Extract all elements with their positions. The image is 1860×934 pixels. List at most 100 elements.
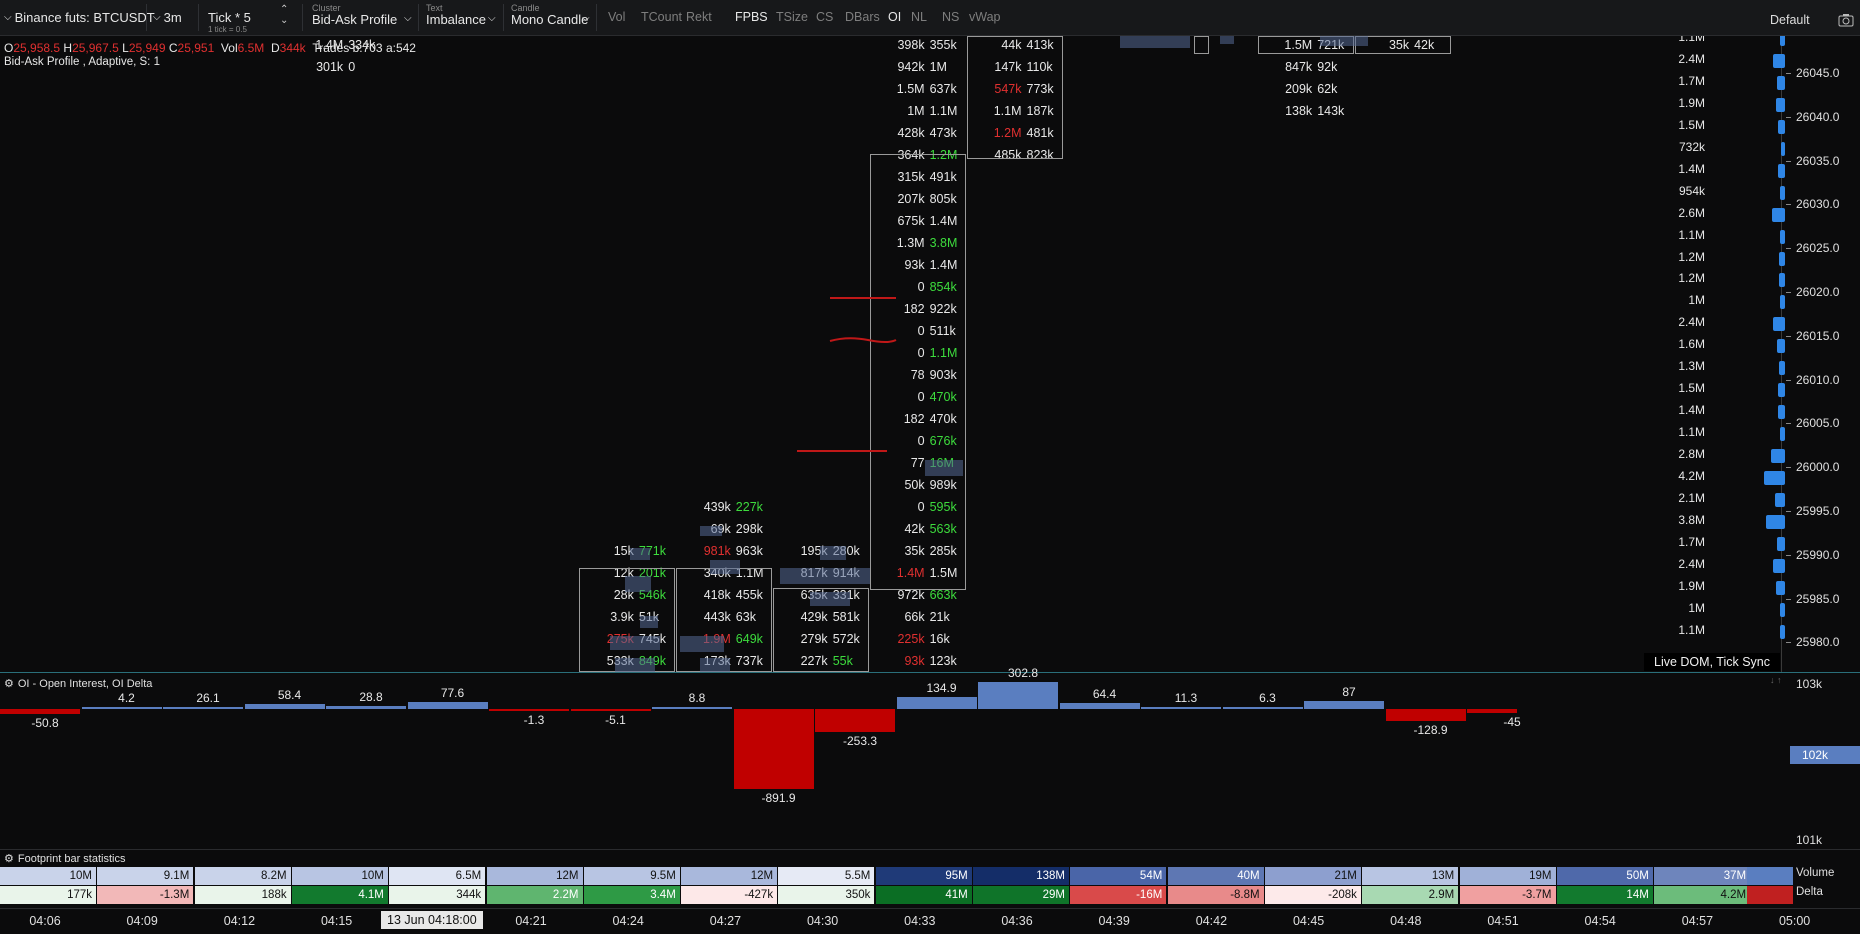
oi-delta-label: -253.3 [842, 733, 878, 748]
volume-cell: 5.5M [778, 867, 875, 885]
collapse-arrows-icon[interactable]: ↓ ↑ [1770, 675, 1782, 685]
price-label: 26040.0 [1796, 109, 1840, 124]
oi-current-value: 102k [1790, 746, 1860, 764]
price-tick [1786, 379, 1791, 381]
cluster-selector[interactable]: Cluster Bid-Ask Profile ⌵ [306, 0, 414, 35]
delta-cell: -208k [1264, 886, 1361, 904]
price-label: 25980.0 [1796, 635, 1840, 650]
footprint-chart[interactable]: O25,958.5 H25,967.5 L25,949 C25,951 Vol6… [0, 36, 1860, 672]
oi-delta-label: 58.4 [277, 687, 302, 702]
dom-volume-bar [1781, 141, 1785, 156]
toggle-ns[interactable]: NS [942, 10, 959, 24]
symbol-selector[interactable]: ⌵ Binance futs: BTCUSDT [4, 0, 155, 35]
dom-volume-bar [1779, 36, 1785, 46]
volume-profile-bar [810, 592, 850, 606]
volume-cell: 95M [875, 867, 972, 885]
dom-volume-label: 1.7M [1678, 534, 1705, 549]
drawn-line[interactable] [830, 297, 896, 299]
oi-delta-bar [81, 707, 162, 709]
ask-volume: 334k [348, 38, 376, 52]
price-tick [1786, 160, 1791, 162]
oi-delta-label: -891.9 [761, 791, 796, 806]
candle-selector[interactable]: Candle Mono Candle ⌵ [505, 0, 593, 35]
template-label: Default [1770, 12, 1810, 27]
chevron-down-icon: ⌵ [4, 12, 12, 23]
gear-icon[interactable]: ⚙ [4, 853, 14, 865]
price-tick [1786, 292, 1791, 293]
volume-cell: 40M [1167, 867, 1264, 885]
dom-volume-label: 1.1M [1678, 227, 1705, 242]
toggle-fpbs[interactable]: FPBS [735, 10, 768, 24]
drawn-line[interactable] [797, 450, 887, 452]
volume-profile-bar [630, 548, 650, 560]
toggle-rekt[interactable]: Rekt [686, 10, 712, 24]
timeframe-selector[interactable]: ⌵ 3m [153, 0, 182, 35]
oi-delta-label: 64.4 [1092, 687, 1117, 702]
time-label: 04:45 [1292, 914, 1325, 928]
toggle-dbars[interactable]: DBars [845, 10, 880, 24]
dom-volume-label: 1.1M [1678, 425, 1705, 440]
dom-volume-bar [1778, 405, 1785, 420]
bid-volume: 1M [907, 104, 925, 118]
ask-volume: 298k [735, 522, 763, 536]
oi-delta-bar [815, 709, 895, 732]
oi-delta-label: -45 [1503, 715, 1521, 730]
bid-volume: 225k [897, 632, 925, 646]
low-value: 25,949 [128, 41, 166, 55]
time-axis[interactable]: 04:06 04:09 04:12 04:15 04:21 04:24 04:27 04:30… [0, 908, 1860, 934]
volume-cell: 6.5M [389, 867, 486, 885]
value-area-box [1355, 36, 1451, 54]
dom-volume-bar [1779, 624, 1785, 639]
oi-delta-label: 134.9 [926, 680, 957, 695]
text-value: Imbalance [426, 12, 486, 27]
price-label: 26010.0 [1796, 372, 1840, 387]
oi-delta-bar [1059, 703, 1140, 709]
oi-panel[interactable]: ⚙ OI - Open Interest, OI Delta 103k 101k … [0, 666, 1860, 850]
toggle-vol[interactable]: Vol [608, 10, 625, 24]
oi-delta-bar [570, 709, 651, 711]
toggle-vwap[interactable]: vWap [969, 10, 1001, 24]
oi-delta-label: -50.8 [31, 715, 59, 730]
price-tick [1786, 423, 1791, 425]
volume-cell: 138M [973, 867, 1069, 885]
oi-delta-bar [163, 706, 243, 709]
camera-icon[interactable] [1838, 2, 1854, 37]
price-label: 26000.0 [1796, 460, 1840, 475]
price-tick [1786, 642, 1791, 644]
dom-volume-bar [1766, 514, 1785, 529]
toggle-tcount[interactable]: TCount [641, 10, 682, 24]
volume-cell: 10M [291, 867, 388, 885]
dom-volume-bar [1778, 163, 1785, 178]
delta-cell: 4.1M [291, 886, 388, 904]
tick-stepper-icon[interactable]: ⌃ ⌄ [280, 4, 288, 26]
oi-delta-bar [1222, 707, 1303, 709]
delta-cell: 2.9M [1362, 886, 1459, 904]
toggle-tsize[interactable]: TSize [776, 10, 808, 24]
oi-delta-label: 4.2 [118, 691, 135, 705]
ask-volume: 21k [929, 610, 950, 624]
price-label: 26015.0 [1796, 328, 1840, 343]
price-label: 26005.0 [1796, 416, 1840, 431]
dom-volume-label: 1M [1688, 600, 1705, 615]
gear-icon[interactable]: ⚙ [4, 678, 14, 690]
oi-delta-label: 11.3 [1174, 691, 1198, 705]
oi-delta-bar [407, 702, 488, 709]
dom-volume-label: 1.6M [1678, 337, 1705, 352]
tick-selector[interactable]: Tick * 5 1 tick = 0.5 ⌃ ⌄ [202, 0, 297, 35]
toggle-oi[interactable]: OI [888, 10, 901, 24]
bid-volume: 209k [1285, 82, 1313, 96]
oi-delta-bar [244, 703, 325, 709]
ask-volume: 16k [929, 632, 950, 646]
volume-profile-bar [625, 576, 651, 592]
dom-volume-label: 2.1M [1678, 490, 1705, 505]
dom-volume-label: 2.4M [1678, 315, 1705, 330]
volume-profile-bar [925, 460, 963, 476]
text-mode-selector[interactable]: Text Imbalance ⌵ [420, 0, 500, 35]
toggle-nl[interactable]: NL [911, 10, 927, 24]
time-label: 04:36 [1001, 914, 1033, 928]
template-selector[interactable]: Default [1770, 2, 1810, 37]
oi-delta-bar [0, 709, 80, 714]
toggle-cs[interactable]: CS [816, 10, 833, 24]
volume-profile-bar [1120, 36, 1190, 48]
drawn-curve[interactable] [828, 336, 898, 346]
